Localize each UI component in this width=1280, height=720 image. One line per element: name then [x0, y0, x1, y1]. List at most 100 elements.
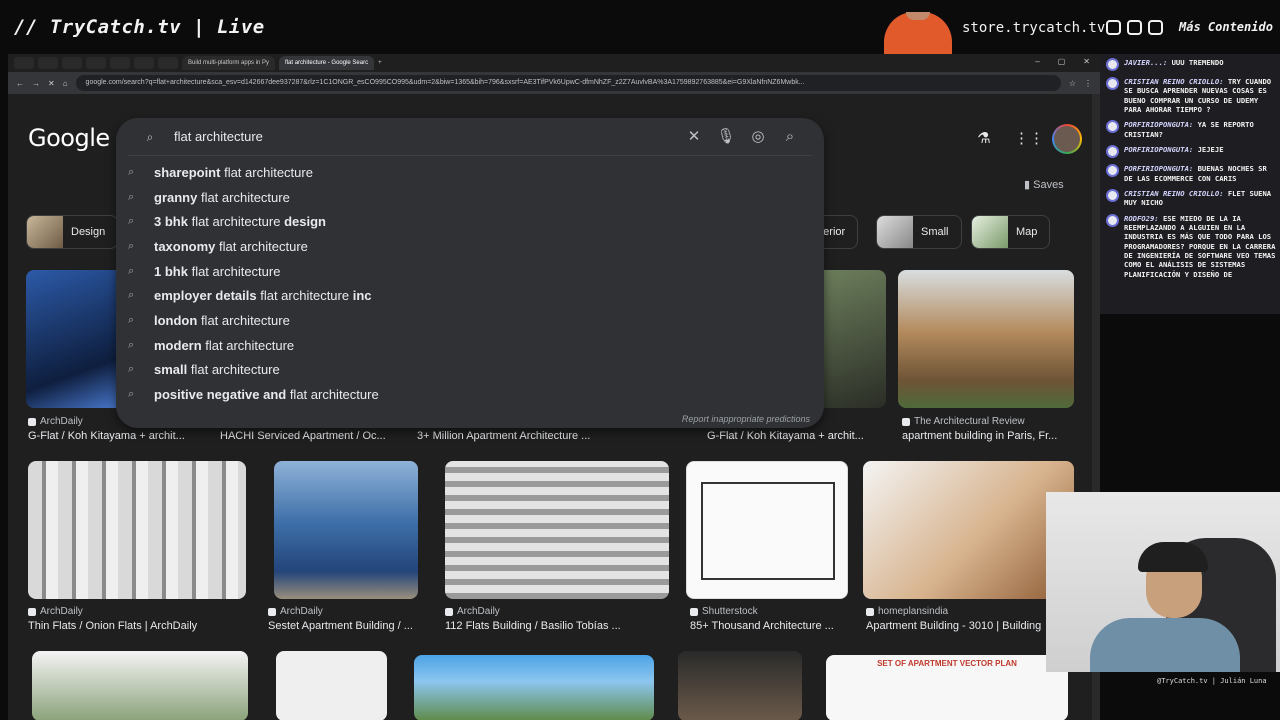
clear-icon[interactable]: ✕ — [684, 127, 704, 147]
result-image[interactable] — [678, 651, 802, 720]
chip-thumbnail — [972, 216, 1008, 248]
result-title[interactable]: 112 Flats Building / Basilio Tobías ... — [445, 620, 621, 632]
result-source: Shutterstock — [690, 606, 758, 617]
pinned-tab[interactable] — [62, 57, 82, 69]
search-icon: ⌕ — [128, 338, 135, 351]
suggestion-item[interactable]: ⌕ london flat architecture — [116, 308, 824, 333]
result-image[interactable] — [445, 461, 669, 599]
result-image[interactable] — [686, 461, 848, 599]
result-image[interactable] — [32, 651, 248, 720]
stream-brand: // TryCatch.tv | Live — [14, 16, 265, 38]
result-image[interactable] — [276, 651, 387, 720]
chat-user: Cristian Reino Criollo: — [1124, 188, 1224, 198]
saves-link[interactable]: ▮ Saves — [1024, 178, 1064, 191]
minimize-icon[interactable]: – — [1035, 57, 1039, 66]
chip-label: Map — [1016, 226, 1038, 238]
report-predictions-link[interactable]: Report inappropriate predictions — [682, 414, 810, 424]
search-icon: ⌕ — [128, 190, 135, 203]
tiktok-icon — [1127, 20, 1142, 35]
suggestion-bold: small — [154, 362, 188, 378]
result-title[interactable]: HACHI Serviced Apartment / Oc... — [220, 430, 386, 442]
suggestion-item[interactable]: ⌕ granny flat architecture — [116, 185, 824, 210]
account-avatar[interactable] — [1052, 124, 1082, 154]
back-icon[interactable]: ← — [16, 79, 24, 88]
suggestion-item[interactable]: ⌕ small flat architecture — [116, 358, 824, 383]
url-field[interactable]: google.com/search?q=flat+architecture&sc… — [75, 75, 1061, 91]
suggestion-item[interactable]: ⌕ sharepoint flat architecture — [116, 160, 824, 185]
pinned-tab[interactable] — [134, 57, 154, 69]
result-image[interactable] — [816, 270, 886, 408]
result-title[interactable]: Apartment Building - 3010 | Building — [866, 620, 1041, 632]
youtube-icon — [1148, 20, 1163, 35]
result-title[interactable]: G-Flat / Koh Kitayama + archit... — [28, 430, 185, 442]
pinned-tab[interactable] — [110, 57, 130, 69]
tab-flat-architecture[interactable]: flat architecture - Google Searc — [279, 56, 375, 70]
pinned-tab[interactable] — [38, 57, 58, 69]
header-right-icons: ⚗ ⋮⋮ — [976, 124, 1082, 154]
pinned-tab[interactable] — [86, 57, 106, 69]
suggestion-bold: london — [154, 312, 198, 328]
google-logo[interactable]: Google — [28, 124, 110, 152]
suggestion-text: flat architecture — [197, 312, 290, 328]
result-image[interactable] — [274, 461, 418, 599]
suggestion-item[interactable]: ⌕ 3 bhk flat architecture design — [116, 209, 824, 234]
chat-avatar — [1106, 120, 1119, 134]
store-url: store.trycatch.tv — [962, 20, 1106, 36]
social-icons — [1106, 20, 1163, 35]
new-tab-icon[interactable]: + — [378, 60, 382, 66]
suggestion-bold: sharepoint — [154, 164, 221, 180]
result-image[interactable] — [863, 461, 1074, 599]
suggestion-item[interactable]: ⌕ taxonomy flat architecture — [116, 234, 824, 259]
chip-small[interactable]: Small — [876, 215, 962, 249]
search-submit-icon[interactable]: ⌕ — [780, 127, 800, 147]
result-image[interactable] — [28, 461, 246, 599]
labs-flask-icon[interactable]: ⚗ — [976, 131, 992, 147]
chip-map[interactable]: Map — [971, 215, 1051, 249]
suggestion-item[interactable]: ⌕ modern flat architecture — [116, 333, 824, 358]
home-icon[interactable]: ⌂ — [63, 79, 68, 88]
close-window-icon[interactable]: ✕ — [1083, 57, 1090, 66]
menu-icon[interactable]: ⋮ — [1084, 79, 1092, 88]
result-image[interactable] — [26, 270, 124, 408]
lens-icon[interactable]: ◎ — [748, 127, 768, 147]
suggestion-item[interactable]: ⌕ 1 bhk flat architecture — [116, 259, 824, 284]
suggestion-text: flat architecture — [187, 263, 281, 279]
result-title[interactable]: Sestet Apartment Building / ... — [268, 620, 413, 632]
tab-build-apps[interactable]: Build multi-platform apps in Py — [182, 56, 276, 70]
star-icon[interactable]: ☆ — [1069, 79, 1076, 88]
search-icon: ⌕ — [146, 129, 154, 144]
search-icon: ⌕ — [128, 165, 135, 178]
suggestion-text: flat architecture — [187, 214, 285, 230]
webcam-name-label: @TryCatch.tv | Julián Luna — [1154, 674, 1280, 688]
result-source: homeplansindia — [866, 606, 948, 617]
suggestion-text: flat architecture — [215, 238, 308, 254]
result-title[interactable]: G-Flat / Koh Kitayama + archit... — [707, 430, 864, 442]
chat-user: Porfirioponguta: — [1124, 120, 1194, 130]
reload-icon[interactable]: ✕ — [48, 79, 55, 88]
result-title[interactable]: 85+ Thousand Architecture ... — [690, 620, 834, 632]
result-image[interactable] — [414, 655, 654, 720]
chat-message: Porfirioponguta: YA SE REPORTO CRISTIAN? — [1106, 120, 1276, 139]
result-title[interactable]: apartment building in Paris, Fr... — [902, 430, 1057, 442]
result-title[interactable]: 3+ Million Apartment Architecture ... — [417, 430, 590, 442]
chip-design[interactable]: Design — [26, 215, 119, 249]
search-input[interactable]: flat architecture — [160, 129, 672, 144]
chat-avatar — [1106, 145, 1119, 159]
tab-list-button[interactable] — [14, 57, 34, 69]
forward-icon[interactable]: → — [32, 79, 40, 88]
apps-grid-icon[interactable]: ⋮⋮ — [1014, 131, 1044, 147]
result-image[interactable] — [898, 270, 1074, 408]
result-image[interactable]: SET OF APARTMENT VECTOR PLAN — [826, 655, 1068, 720]
maximize-icon[interactable]: ▢ — [1058, 57, 1066, 66]
more-content-label: Más Contenido — [1179, 20, 1273, 34]
chat-avatar — [1106, 77, 1119, 90]
result-source: ArchDaily — [28, 416, 83, 427]
suggestion-item[interactable]: ⌕ employer details flat architecture inc — [116, 283, 824, 308]
microphone-icon[interactable]: 🎙 — [716, 127, 736, 147]
plan-caption: SET OF APARTMENT VECTOR PLAN — [877, 659, 1017, 668]
pinned-tab[interactable] — [158, 57, 178, 69]
result-title[interactable]: Thin Flats / Onion Flats | ArchDaily — [28, 620, 197, 632]
chat-message: Cristian Reino Criollo: FLET SUENA MUY N… — [1106, 188, 1276, 208]
suggestion-item[interactable]: ⌕ positive negative and flat architecture — [116, 382, 824, 407]
chat-message: Javier...: UUU TREMENDO — [1106, 58, 1276, 71]
